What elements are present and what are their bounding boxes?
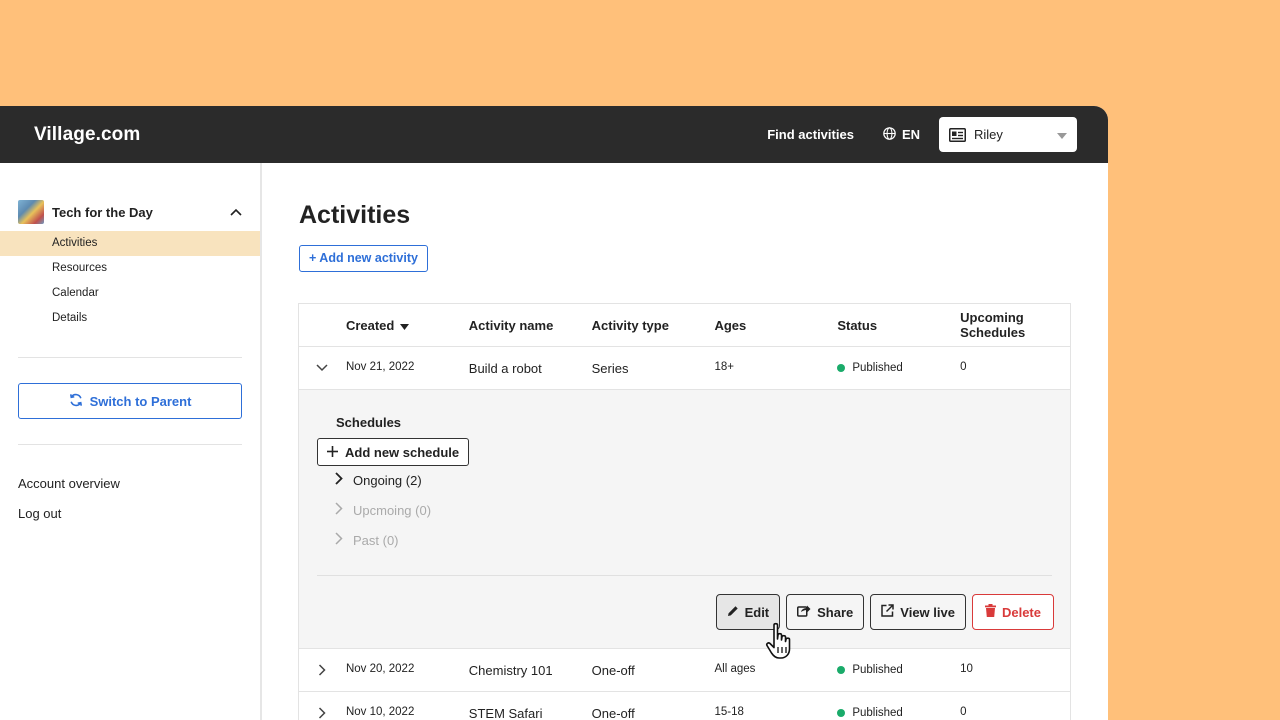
pencil-icon <box>727 605 739 620</box>
log-out-link[interactable]: Log out <box>0 499 260 529</box>
chevron-right-icon <box>335 472 343 488</box>
caret-down-icon <box>1057 127 1067 142</box>
view-live-label: View live <box>900 604 955 620</box>
sidebar: Tech for the Day Activities Resources Ca… <box>0 163 262 720</box>
column-name: Activity name <box>468 317 554 333</box>
status-label: Published <box>852 664 903 676</box>
cell-type: Series <box>591 360 629 376</box>
external-link-icon <box>881 604 895 620</box>
edit-label: Edit <box>744 604 770 620</box>
divider <box>317 575 1052 576</box>
cell-ages: 15-18 <box>714 706 744 718</box>
org-avatar <box>18 200 44 224</box>
cell-created: Nov 21, 2022 <box>345 361 415 373</box>
id-card-icon <box>949 127 966 142</box>
schedules-title: Schedules <box>336 415 402 430</box>
find-activities-link[interactable]: Find activities <box>767 127 854 142</box>
schedules-panel: Schedules Add new schedule Ongoing (2) U… <box>299 390 1070 649</box>
status-badge: Published <box>837 664 960 676</box>
switch-label: Switch to Parent <box>89 393 192 409</box>
column-upcoming: Upcoming Schedules <box>960 310 1070 340</box>
status-badge: Published <box>837 362 960 374</box>
column-ages: Ages <box>714 317 747 333</box>
chevron-right-icon[interactable] <box>299 664 346 676</box>
top-bar: Village.com Find activities EN Riley <box>0 106 1108 163</box>
schedule-group-label: Upcmoing (0) <box>353 502 432 518</box>
cell-name: Chemistry 101 <box>468 662 553 678</box>
trash-icon <box>984 604 996 620</box>
cell-ages: 18+ <box>714 361 734 373</box>
user-name: Riley <box>974 127 1003 142</box>
status-dot <box>837 666 846 674</box>
column-status: Status <box>837 317 878 333</box>
globe-icon <box>883 126 896 143</box>
chevron-down-icon[interactable] <box>299 364 346 372</box>
schedule-group-label: Ongoing (2) <box>353 472 422 488</box>
activities-table: Created Activity name Activity type Ages… <box>298 303 1071 720</box>
chevron-right-icon <box>335 532 343 548</box>
plus-icon <box>327 445 338 460</box>
sidebar-nav: Activities Resources Calendar Details <box>0 231 260 331</box>
chevron-right-icon[interactable] <box>299 707 346 719</box>
language-selector[interactable]: EN <box>883 126 920 143</box>
add-schedule-label: Add new schedule <box>345 444 460 460</box>
account-overview-link[interactable]: Account overview <box>0 469 260 499</box>
refresh-icon <box>69 393 83 410</box>
delete-button[interactable]: Delete <box>971 594 1054 630</box>
language-label: EN <box>901 127 920 142</box>
cell-name: STEM Safari <box>468 705 543 720</box>
schedule-group-upcoming[interactable]: Upcmoing (0) <box>335 502 431 518</box>
cell-type: One-off <box>591 662 635 678</box>
view-live-button[interactable]: View live <box>870 594 966 630</box>
chevron-right-icon <box>335 502 343 518</box>
cell-upcoming: 0 <box>960 361 967 373</box>
table-row[interactable]: Nov 10, 2022 STEM Safari One-off 15-18 P… <box>299 692 1070 720</box>
schedule-group-past[interactable]: Past (0) <box>335 532 399 548</box>
status-label: Published <box>852 362 903 374</box>
divider <box>18 357 242 358</box>
app-window: Village.com Find activities EN Riley Tec… <box>0 106 1108 720</box>
divider <box>18 444 242 445</box>
cell-created: Nov 10, 2022 <box>345 706 415 718</box>
column-type: Activity type <box>591 317 669 333</box>
main-content: Activities + Add new activity Created Ac… <box>264 163 1108 720</box>
column-created[interactable]: Created <box>346 318 469 333</box>
table-row[interactable]: Nov 20, 2022 Chemistry 101 One-off All a… <box>299 649 1070 692</box>
delete-label: Delete <box>1001 604 1041 620</box>
column-upcoming-line1: Upcoming <box>960 310 1024 325</box>
schedule-group-ongoing[interactable]: Ongoing (2) <box>335 472 422 488</box>
brand-logo[interactable]: Village.com <box>34 124 767 146</box>
cell-created: Nov 20, 2022 <box>345 663 415 675</box>
status-badge: Published <box>837 707 960 719</box>
share-label: Share <box>817 604 854 620</box>
status-label: Published <box>852 707 903 719</box>
cell-name: Build a robot <box>468 360 542 376</box>
share-icon <box>797 604 811 620</box>
page-title: Activities <box>299 201 411 229</box>
sidebar-item-activities[interactable]: Activities <box>0 231 260 256</box>
sidebar-item-calendar[interactable]: Calendar <box>0 281 260 306</box>
cell-type: One-off <box>591 705 635 720</box>
sidebar-item-details[interactable]: Details <box>0 306 260 331</box>
column-upcoming-line2: Schedules <box>960 325 1026 340</box>
user-switcher[interactable]: Riley <box>939 117 1077 152</box>
status-dot <box>837 709 846 717</box>
table-row[interactable]: Nov 21, 2022 Build a robot Series 18+ Pu… <box>299 347 1070 390</box>
cell-upcoming: 0 <box>960 706 967 718</box>
table-header: Created Activity name Activity type Ages… <box>299 304 1070 347</box>
switch-to-parent-button[interactable]: Switch to Parent <box>18 383 242 419</box>
add-activity-button[interactable]: + Add new activity <box>299 245 428 272</box>
sort-caret-icon <box>400 318 410 333</box>
add-schedule-button[interactable]: Add new schedule <box>317 438 470 466</box>
chevron-up-icon[interactable] <box>230 208 242 216</box>
column-created-label: Created <box>345 317 395 333</box>
schedule-group-label: Past (0) <box>353 532 399 548</box>
hand-cursor-icon <box>765 622 801 667</box>
org-name: Tech for the Day <box>52 204 153 220</box>
status-dot <box>837 364 846 372</box>
sidebar-item-resources[interactable]: Resources <box>0 256 260 281</box>
cell-upcoming: 10 <box>960 663 973 675</box>
org-header[interactable]: Tech for the Day <box>0 199 260 225</box>
